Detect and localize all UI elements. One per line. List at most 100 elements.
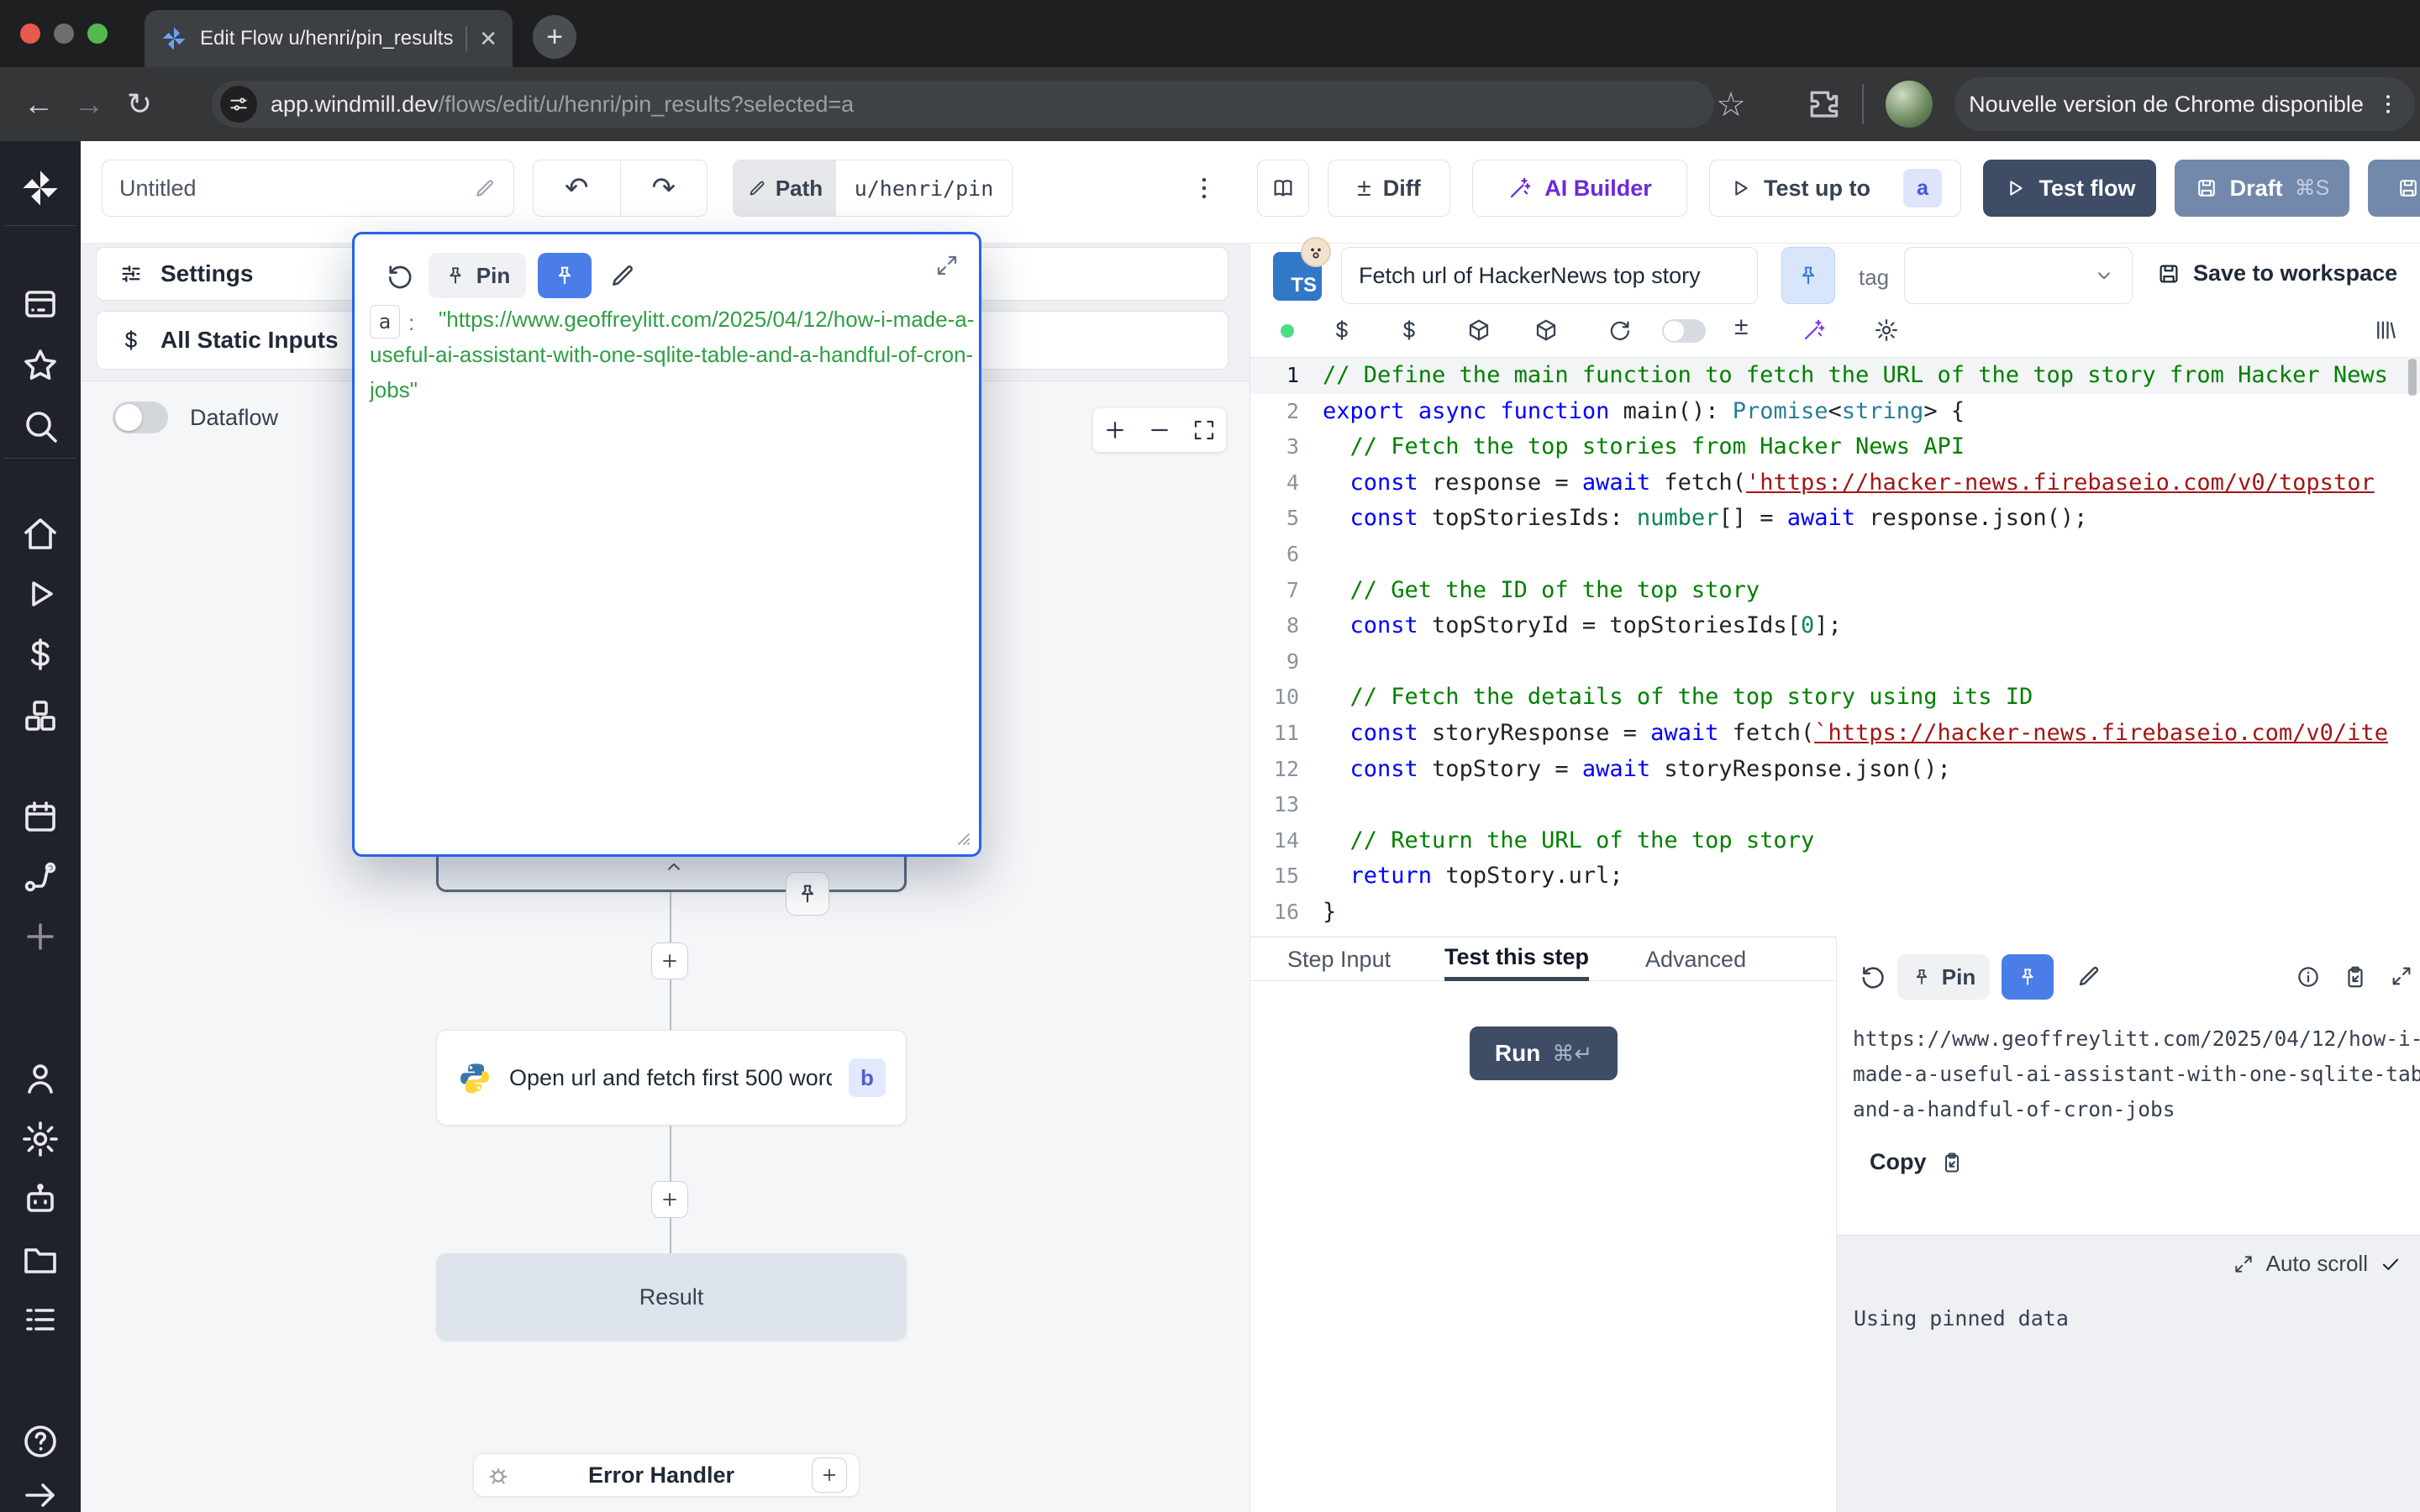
insert-step-button[interactable]: [651, 1181, 688, 1218]
zoom-in-icon[interactable]: [1102, 417, 1128, 443]
editor-scrollbar[interactable]: [2408, 359, 2417, 396]
fit-view-icon[interactable]: [1192, 417, 1217, 443]
browser-tab[interactable]: Edit Flow u/henri/pin_results ✕: [145, 10, 513, 67]
resize-handle-icon[interactable]: [952, 827, 972, 848]
save-to-workspace-button[interactable]: Save to workspace: [2156, 260, 2397, 286]
forward-icon[interactable]: →: [64, 87, 114, 122]
sidebar-item-resources-icon[interactable]: [20, 696, 60, 736]
diff-mode-icon[interactable]: ±: [1734, 312, 1748, 341]
package-icon[interactable]: [1466, 318, 1491, 343]
sidebar-item-search-icon[interactable]: [20, 406, 60, 446]
insert-step-button[interactable]: [651, 942, 688, 979]
step-summary-input[interactable]: Fetch url of HackerNews top story: [1341, 247, 1758, 304]
code-line[interactable]: 10 // Fetch the details of the top story…: [1250, 680, 2420, 716]
bookmark-star-icon[interactable]: ☆: [1716, 86, 1746, 124]
flow-name-input[interactable]: Untitled: [102, 160, 514, 217]
chevron-up-icon[interactable]: [663, 856, 685, 878]
editor-toggle[interactable]: [1662, 319, 1706, 343]
variables-icon[interactable]: [1329, 318, 1355, 343]
tag-select[interactable]: [1904, 247, 2133, 304]
test-up-to-button[interactable]: Test up to a: [1709, 160, 1961, 217]
copy-result-icon[interactable]: [2343, 964, 2368, 990]
code-line[interactable]: 9: [1250, 644, 2420, 680]
diff-button[interactable]: ± Diff: [1328, 160, 1450, 217]
history-icon[interactable]: [385, 261, 415, 291]
sidebar-item-user-icon[interactable]: [20, 1058, 60, 1099]
edit-result-icon[interactable]: [2075, 963, 2102, 990]
history-icon[interactable]: [1859, 963, 1887, 991]
pin-toggle-button[interactable]: Pin: [429, 253, 526, 298]
code-line[interactable]: 13: [1250, 787, 2420, 823]
close-window-button[interactable]: [20, 24, 40, 44]
ai-builder-button[interactable]: AI Builder: [1472, 160, 1687, 217]
zoom-window-button[interactable]: [87, 24, 108, 44]
sidebar-item-favorites-icon[interactable]: [20, 345, 60, 386]
extensions-icon[interactable]: [1805, 86, 1842, 123]
package-icon[interactable]: [1534, 318, 1559, 343]
refresh-icon[interactable]: [1607, 318, 1633, 343]
reload-icon[interactable]: ↻: [114, 87, 165, 122]
deploy-button[interactable]: Deploy: [2368, 160, 2420, 217]
chrome-update-button[interactable]: Nouvelle version de Chrome disponible: [1954, 77, 2415, 131]
code-line[interactable]: 3 // Fetch the top stories from Hacker N…: [1250, 429, 2420, 465]
error-handler-node[interactable]: Error Handler: [473, 1453, 860, 1497]
result-pinned-indicator[interactable]: [2002, 954, 2054, 1000]
add-error-handler-button[interactable]: [812, 1457, 847, 1493]
code-line[interactable]: 4 const response = await fetch('https://…: [1250, 465, 2420, 501]
docs-button[interactable]: [1257, 160, 1309, 217]
expand-log-icon[interactable]: [2233, 1253, 2254, 1275]
url-bar[interactable]: app.windmill.dev/flows/edit/u/henri/pin_…: [212, 81, 1714, 128]
expand-popup-icon[interactable]: [934, 253, 960, 278]
more-options-icon[interactable]: [1190, 174, 1218, 202]
code-line[interactable]: 8 const topStoryId = topStoriesIds[0];: [1250, 608, 2420, 644]
flow-node-b[interactable]: Open url and fetch first 500 words of ..…: [436, 1030, 907, 1126]
sidebar-item-collapse-icon[interactable]: [20, 1475, 60, 1512]
check-icon[interactable]: [2380, 1253, 2402, 1275]
run-button[interactable]: Run ⌘↵: [1470, 1026, 1618, 1080]
redo-button[interactable]: ↷: [621, 160, 708, 216]
code-line[interactable]: 12 const topStory = await storyResponse.…: [1250, 752, 2420, 788]
tab-test-this-step[interactable]: Test this step: [1444, 937, 1589, 981]
sidebar-item-settings-icon[interactable]: [20, 1119, 60, 1159]
sidebar-item-workers-icon[interactable]: [20, 1180, 60, 1221]
sidebar-item-variables-icon[interactable]: [20, 634, 60, 675]
tab-step-input[interactable]: Step Input: [1287, 937, 1391, 981]
test-flow-button[interactable]: Test flow: [1983, 160, 2156, 217]
info-icon[interactable]: [2296, 964, 2321, 990]
code-line[interactable]: 16}: [1250, 895, 2420, 931]
code-line[interactable]: 5 const topStoriesIds: number[] = await …: [1250, 501, 2420, 537]
resources-icon[interactable]: [1397, 318, 1422, 343]
sidebar-item-folders-icon[interactable]: [20, 1239, 60, 1279]
sidebar-item-home-icon[interactable]: [20, 514, 60, 554]
node-pin-badge[interactable]: [786, 872, 829, 916]
profile-avatar[interactable]: [1886, 81, 1933, 128]
path-control[interactable]: Path u/henri/pin: [733, 160, 1013, 217]
sidebar-item-help-icon[interactable]: [20, 1421, 60, 1462]
sidebar-item-schedules-icon[interactable]: [20, 796, 60, 837]
sidebar-item-routes-icon[interactable]: [20, 857, 60, 897]
draft-button[interactable]: Draft ⌘S: [2175, 160, 2349, 217]
code-line[interactable]: 14 // Return the URL of the top story: [1250, 823, 2420, 859]
result-node[interactable]: Result: [436, 1253, 907, 1341]
expand-result-icon[interactable]: [2390, 964, 2413, 988]
sidebar-item-audit-logs-icon[interactable]: [20, 1299, 60, 1340]
copy-button[interactable]: Copy: [1870, 1149, 1964, 1175]
sidebar-item-add-icon[interactable]: [20, 916, 60, 957]
site-info-icon[interactable]: [220, 86, 257, 123]
minimize-window-button[interactable]: [54, 24, 74, 44]
code-line[interactable]: 1// Define the main function to fetch th…: [1250, 358, 2420, 394]
new-tab-button[interactable]: +: [533, 15, 576, 59]
sidebar-item-apps-icon[interactable]: [20, 284, 60, 324]
code-line[interactable]: 2export async function main(): Promise<s…: [1250, 394, 2420, 430]
code-line[interactable]: 15 return topStory.url;: [1250, 858, 2420, 895]
code-line[interactable]: 11 const storyResponse = await fetch(`ht…: [1250, 716, 2420, 752]
step-pin-button[interactable]: [1781, 247, 1835, 304]
result-pin-toggle-button[interactable]: Pin: [1897, 954, 1990, 1000]
windmill-logo[interactable]: [18, 166, 62, 210]
edit-pin-icon[interactable]: [608, 261, 637, 290]
code-line[interactable]: 7 // Get the ID of the top story: [1250, 573, 2420, 609]
code-editor[interactable]: 1// Define the main function to fetch th…: [1250, 357, 2420, 937]
back-icon[interactable]: ←: [13, 87, 64, 122]
tab-close-icon[interactable]: ✕: [479, 26, 497, 52]
dataflow-toggle[interactable]: [113, 402, 168, 433]
